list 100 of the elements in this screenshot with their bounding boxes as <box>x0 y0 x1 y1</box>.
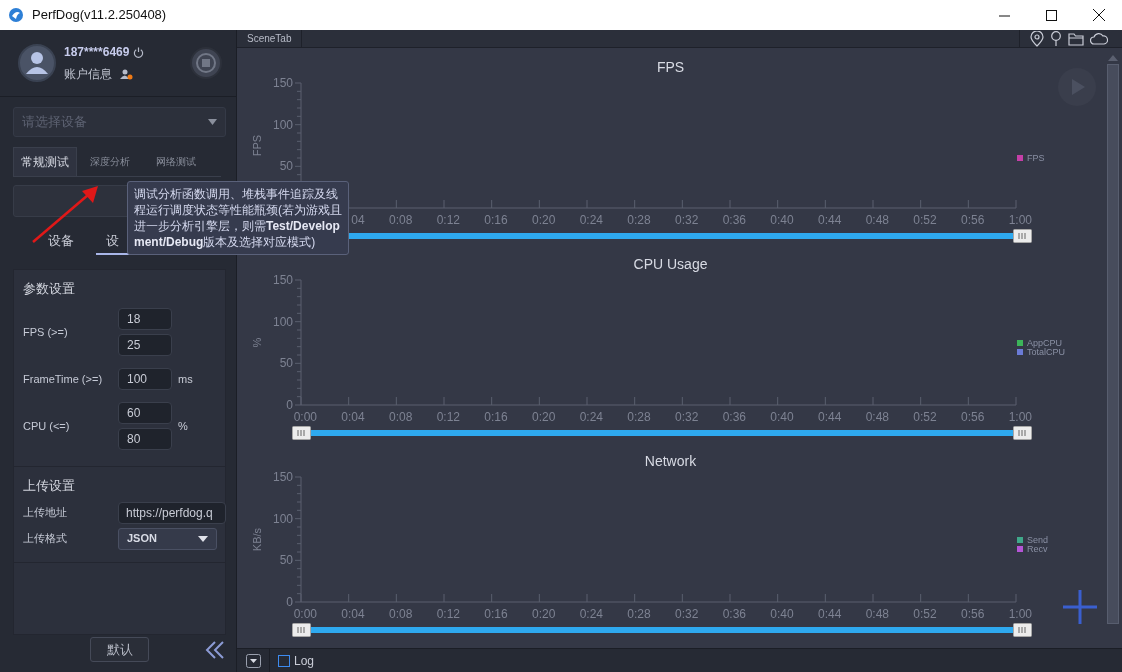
y-tick-label: 50 <box>279 159 293 174</box>
legend-label: FPS <box>1027 153 1045 163</box>
slider-handle[interactable] <box>1013 623 1032 637</box>
address-input[interactable]: https://perfdog.q <box>118 501 226 524</box>
user-icon[interactable] <box>120 68 133 80</box>
window-title: PerfDog(v11.2.250408) <box>32 6 167 25</box>
x-tick-label: 0:52 <box>913 607 937 621</box>
value-input[interactable]: 18 <box>118 308 172 330</box>
sub-tab[interactable]: 设备 <box>48 231 74 255</box>
x-tick-label: 0:12 <box>436 607 460 621</box>
power-icon[interactable] <box>133 46 145 58</box>
value-input[interactable]: 60 <box>118 402 172 424</box>
x-tick-label: 0:56 <box>960 410 985 424</box>
x-tick-label: 0:44 <box>817 607 842 621</box>
log-checkbox[interactable] <box>278 654 290 667</box>
dropdown-icon[interactable] <box>246 653 261 668</box>
x-tick-label: 0:08 <box>388 607 413 621</box>
maximize-icon <box>1046 9 1057 21</box>
x-tick-label: 0:20 <box>531 213 556 227</box>
param-label: FrameTime (>=) <box>23 371 104 387</box>
x-tick-label: 0:16 <box>484 213 508 227</box>
x-tick-label: 0:24 <box>579 607 603 621</box>
x-tick-label: 0:36 <box>722 410 746 424</box>
y-tick-label: 0 <box>286 398 293 412</box>
x-tick-label: 0:40 <box>770 410 794 424</box>
x-tick-label: 0:04 <box>341 607 365 621</box>
y-tick-label: 100 <box>272 511 293 526</box>
avatar-icon[interactable] <box>18 44 56 82</box>
x-tick-label: 0:24 <box>579 410 603 424</box>
x-tick-label: 0:32 <box>674 213 699 227</box>
x-tick-label: 0:48 <box>865 607 889 621</box>
tooltip: 调试分析函数调用、堆栈事件追踪及线程运行调度状态等性能瓶颈(若为游戏且进一步分析引擎层，则需Test/Development/Debug版本及选择对应模式) <box>127 181 349 255</box>
caret-icon <box>198 535 208 542</box>
x-tick-label: 0:52 <box>913 410 937 424</box>
unit-label: ms <box>177 371 194 387</box>
chart-title: FPS <box>656 58 685 77</box>
x-tick-label: 0:20 <box>531 410 556 424</box>
x-tick-label: 0:16 <box>484 410 508 424</box>
x-tick-label: 0:36 <box>722 213 746 227</box>
close-icon <box>1092 9 1105 21</box>
location-pin-icon[interactable] <box>1030 30 1044 47</box>
test-tab[interactable]: 网络测试 <box>143 147 209 176</box>
x-tick-label: 0:56 <box>960 213 985 227</box>
collapse-icon[interactable] <box>205 640 225 659</box>
value-input[interactable]: 100 <box>118 368 172 390</box>
account-info-label[interactable]: 账户信息 <box>64 65 112 83</box>
upload-label: 上传格式 <box>23 531 68 547</box>
x-tick-label: 0:56 <box>960 607 985 621</box>
app-logo-icon <box>8 7 24 23</box>
slider-handle[interactable] <box>292 623 311 637</box>
x-tick-label: 0:40 <box>770 213 794 227</box>
param-label: CPU (<=) <box>23 418 71 434</box>
x-tick-label: 0:44 <box>817 410 842 424</box>
value-input[interactable]: 80 <box>118 428 172 450</box>
chart-title: CPU Usage <box>633 255 708 274</box>
axis-label: KB/s <box>251 527 263 552</box>
x-tick-label: 0:28 <box>627 213 651 227</box>
slider-handle[interactable] <box>292 426 311 440</box>
x-tick-label: 0:40 <box>770 607 794 621</box>
legend-label: Send <box>1027 535 1049 545</box>
test-tab[interactable]: 常规测试 <box>13 147 77 176</box>
x-tick-label: 0:12 <box>436 410 460 424</box>
x-tick-label: 0:24 <box>579 213 603 227</box>
axis-label: FPS <box>251 134 263 157</box>
slider-handle[interactable] <box>1013 229 1032 243</box>
y-tick-label: 150 <box>272 471 293 484</box>
slider-handle[interactable] <box>1013 426 1032 440</box>
y-tick-label: 100 <box>272 117 293 132</box>
y-tick-label: 50 <box>279 356 293 371</box>
x-tick-label: 0:00 <box>293 410 317 424</box>
param-label: FPS (>=) <box>23 324 69 340</box>
chart-title: Network <box>644 452 697 471</box>
axis-label: % <box>251 337 263 348</box>
x-tick-label: 0:28 <box>627 607 651 621</box>
x-tick-label: 0:20 <box>531 607 556 621</box>
cloud-icon[interactable] <box>1090 32 1108 45</box>
upload-label: 上传地址 <box>23 505 68 521</box>
x-tick-label: 0:28 <box>627 410 651 424</box>
y-tick-label: 150 <box>272 77 293 90</box>
value-input[interactable]: 25 <box>118 334 172 356</box>
default-button[interactable]: 默认 <box>90 637 149 662</box>
y-tick-label: 100 <box>272 314 293 329</box>
x-tick-label: 0:16 <box>484 607 508 621</box>
x-tick-label: 0:48 <box>865 213 889 227</box>
x-tick-label: 1:00 <box>1008 213 1032 227</box>
account-phone: 187****6469 <box>64 44 130 61</box>
legend-label: TotalCPU <box>1027 347 1065 357</box>
y-tick-label: 0 <box>286 595 293 609</box>
pin-icon[interactable] <box>1050 30 1062 47</box>
test-tab[interactable]: 深度分析 <box>77 147 143 176</box>
stop-button[interactable] <box>190 47 222 79</box>
x-tick-label: 0:08 <box>388 410 413 424</box>
folder-icon[interactable] <box>1068 31 1084 46</box>
x-tick-label: 0:36 <box>722 607 746 621</box>
x-tick-label: 0:00 <box>293 607 317 621</box>
x-tick-label: 0:04 <box>341 410 365 424</box>
y-tick-label: 50 <box>279 553 293 568</box>
format-select[interactable]: JSON <box>118 527 217 550</box>
section-title: 参数设置 <box>23 279 76 298</box>
unit-label: % <box>177 418 189 434</box>
